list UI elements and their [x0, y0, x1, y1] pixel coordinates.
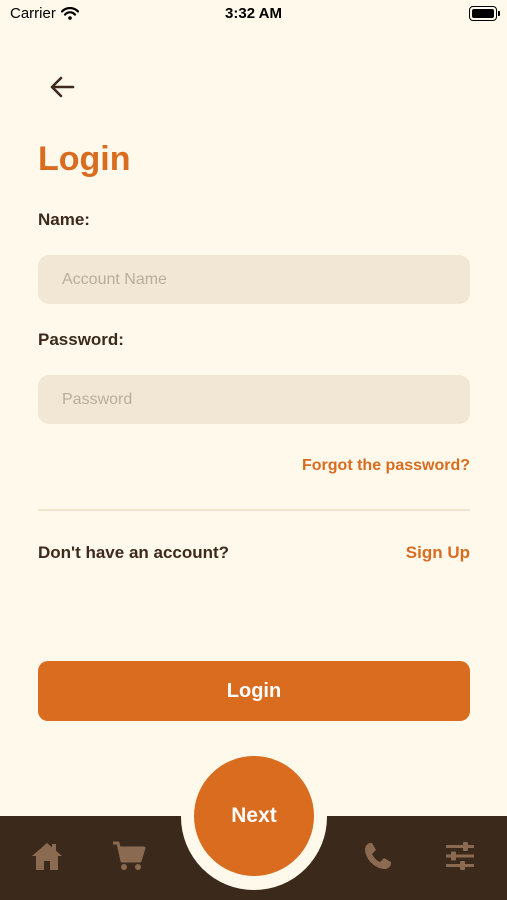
tab-cart[interactable]	[111, 838, 147, 874]
phone-icon	[365, 843, 391, 869]
forgot-password-link[interactable]: Forgot the password?	[302, 457, 470, 475]
name-label: Name:	[38, 210, 90, 229]
signup-prompt: Don't have an account?	[38, 543, 230, 562]
page-title: Login	[38, 140, 131, 178]
battery-icon	[469, 6, 500, 21]
tab-settings[interactable]	[442, 838, 478, 874]
password-label: Password:	[38, 330, 124, 349]
tab-phone[interactable]	[360, 838, 396, 874]
account-name-input[interactable]	[38, 255, 470, 304]
next-button[interactable]: Next	[194, 756, 314, 876]
back-button[interactable]	[40, 68, 84, 106]
sign-up-link[interactable]: Sign Up	[406, 543, 470, 563]
status-bar: Carrier 3:32 AM	[0, 0, 507, 28]
sliders-icon	[446, 842, 474, 870]
login-button[interactable]: Login	[38, 661, 470, 721]
home-icon	[32, 843, 62, 870]
status-time: 3:32 AM	[225, 5, 282, 22]
tab-home[interactable]	[29, 838, 65, 874]
cart-icon	[113, 841, 146, 870]
arrow-left-icon	[50, 76, 75, 98]
password-input[interactable]	[38, 375, 470, 424]
divider	[38, 509, 470, 511]
